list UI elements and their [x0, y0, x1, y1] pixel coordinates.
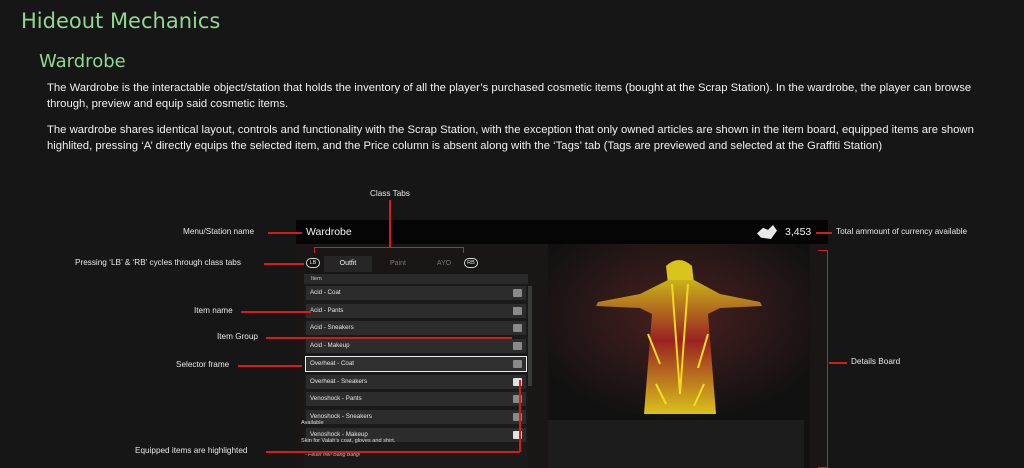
item-label: Venoshock - Sneakers [310, 413, 372, 420]
annotation-details-board: Details Board [851, 357, 901, 366]
currency-icon [757, 225, 777, 239]
list-item[interactable]: Acid - Makeup [306, 339, 526, 353]
list-item-selected[interactable]: Overheat - Coat [305, 356, 527, 372]
item-label: Acid - Sneakers [310, 324, 354, 331]
section-title: Wardrobe [39, 51, 126, 72]
list-item[interactable]: Acid - Coat [306, 286, 526, 300]
item-label: Overheat - Coat [310, 360, 355, 367]
tab-ayo[interactable]: AYO [424, 256, 464, 272]
item-label: Venoshock - Pants [310, 395, 362, 402]
item-label: Acid - Makeup [310, 342, 350, 349]
list-item-equipped[interactable]: Overheat - Sneakers [306, 375, 526, 389]
annotation-class-tabs: Class Tabs [370, 189, 410, 198]
annotation-item-group: Item Group [217, 332, 258, 341]
list-item[interactable]: Acid - Sneakers [306, 321, 526, 335]
annotation-cycle-tabs: Pressing ‘LB’ & ‘RB’ cycles through clas… [75, 258, 241, 267]
annotation-line [389, 200, 391, 247]
lb-button[interactable]: LB [306, 258, 320, 268]
tab-paint[interactable]: Paint [372, 256, 424, 272]
list-item[interactable]: Venoshock - Pants [306, 392, 526, 406]
sneakers-icon [513, 324, 522, 332]
annotation-line [519, 450, 521, 452]
makeup-icon [513, 342, 522, 350]
tab-outfit[interactable]: Outfit [324, 256, 372, 272]
item-label: Acid - Coat [310, 289, 341, 296]
rb-button[interactable]: RB [464, 258, 478, 268]
item-board-scrollbar[interactable] [528, 286, 532, 386]
page-title: Hideout Mechanics [21, 9, 221, 33]
annotation-selector-frame: Selector frame [176, 360, 230, 369]
annotation-currency: Total ammount of currency available [836, 227, 968, 236]
paragraph-details: The wardrobe shares identical layout, co… [47, 124, 974, 152]
item-label: Venoshock - Makeup [310, 431, 368, 438]
item-description: Skin for Valah’s coat, gloves and shirt. [301, 438, 396, 444]
station-name: Wardrobe [306, 226, 352, 238]
availability-label: Available [301, 420, 324, 426]
item-label: Overheat - Sneakers [310, 378, 368, 385]
annotation-equipped: Equipped items are highlighted [135, 446, 248, 455]
station-topbar: Wardrobe 3,453 [296, 220, 828, 244]
pants-icon [513, 307, 522, 315]
details-info-panel [548, 420, 804, 468]
annotation-line [829, 362, 847, 364]
item-label: Acid - Pants [310, 307, 344, 314]
annotation-line [241, 311, 311, 313]
details-board-bracket [818, 250, 828, 468]
class-tabs-bracket [314, 247, 464, 253]
annotation-line [264, 263, 304, 265]
paragraph-intro: The Wardrobe is the interactable object/… [47, 82, 972, 110]
annotation-line [266, 451, 520, 453]
class-tabs: LB Outfit Paint AYO RB [304, 256, 484, 272]
list-item[interactable]: Acid - Pants [306, 304, 526, 318]
annotation-menu-station-name: Menu/Station name [183, 227, 255, 236]
currency-value: 3,453 [785, 226, 812, 238]
coat-icon [513, 289, 522, 297]
wardrobe-ui: Wardrobe 3,453 LB Outfit Paint AYO RB It… [296, 220, 828, 468]
details-board [548, 244, 810, 468]
coat-preview-image [548, 244, 810, 420]
annotation-item-name: Item name [194, 306, 233, 315]
coat-icon [513, 360, 522, 368]
list-item[interactable]: Venoshock - Sneakers [306, 410, 526, 424]
annotation-line [238, 365, 302, 367]
annotation-line [266, 337, 512, 339]
annotation-line [519, 380, 521, 452]
item-column-header: Item [304, 274, 528, 284]
annotation-line [268, 232, 302, 234]
annotation-line [816, 232, 832, 234]
